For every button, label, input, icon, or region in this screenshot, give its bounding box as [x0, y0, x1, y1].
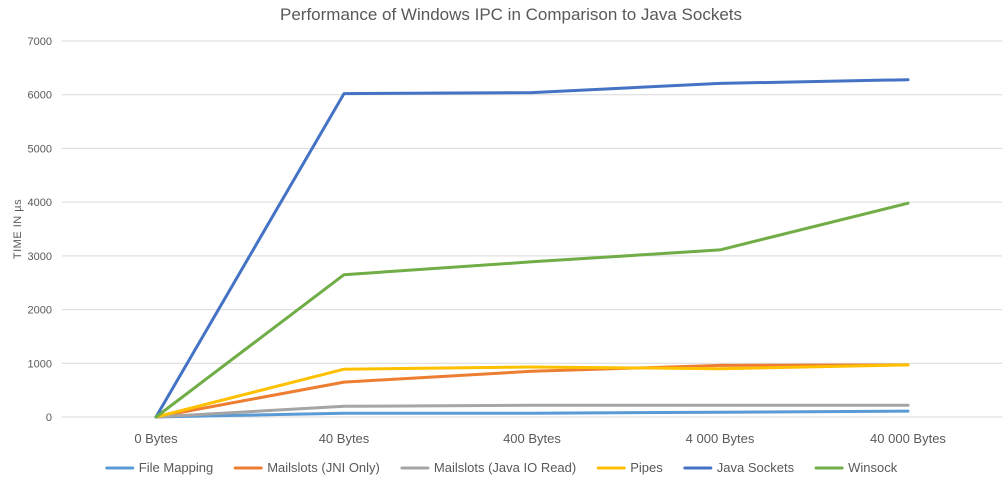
legend-label: Mailslots (JNI Only) — [267, 460, 380, 475]
y-tick-label: 7000 — [28, 36, 52, 48]
legend-item: Mailslots (Java IO Read) — [400, 460, 576, 475]
legend-item: Winsock — [814, 460, 898, 475]
y-axis-label: TIME IN µs — [12, 199, 24, 259]
x-tick-label: 4 000 Bytes — [686, 431, 755, 446]
gridlines — [62, 40, 1002, 418]
legend-label: Winsock — [848, 460, 898, 475]
line-chart: Performance of Windows IPC in Comparison… — [12, 5, 1002, 475]
y-tick-labels: 0 1000 2000 3000 4000 5000 6000 7000 — [28, 36, 52, 424]
x-tick-label: 0 Bytes — [134, 431, 178, 446]
y-tick-label: 5000 — [28, 143, 52, 155]
series-lines — [154, 78, 910, 419]
legend: File Mapping Mailslots (JNI Only) Mailslot… — [105, 460, 898, 475]
x-tick-label: 40 000 Bytes — [870, 431, 946, 446]
x-tick-label: 400 Bytes — [503, 431, 561, 446]
x-tick-labels: 0 Bytes 40 Bytes 400 Bytes 4 000 Bytes 40 00… — [134, 431, 946, 446]
y-tick-label: 2000 — [28, 305, 52, 317]
legend-item: File Mapping — [105, 460, 213, 475]
legend-item: Pipes — [596, 460, 663, 475]
legend-label: Mailslots (Java IO Read) — [434, 460, 576, 475]
x-tick-label: 40 Bytes — [319, 431, 370, 446]
chart-title: Performance of Windows IPC in Comparison… — [280, 5, 742, 24]
y-tick-label: 3000 — [28, 251, 52, 263]
y-tick-label: 0 — [46, 412, 52, 424]
chart-container: Performance of Windows IPC in Comparison… — [0, 0, 1004, 486]
legend-item: Mailslots (JNI Only) — [233, 460, 380, 475]
y-tick-label: 6000 — [28, 90, 52, 102]
legend-item: Java Sockets — [683, 460, 795, 475]
series-line-winsock — [154, 201, 910, 419]
y-tick-label: 1000 — [28, 358, 52, 370]
legend-label: File Mapping — [139, 460, 213, 475]
y-tick-label: 4000 — [28, 197, 52, 209]
legend-label: Java Sockets — [717, 460, 795, 475]
legend-label: Pipes — [630, 460, 663, 475]
